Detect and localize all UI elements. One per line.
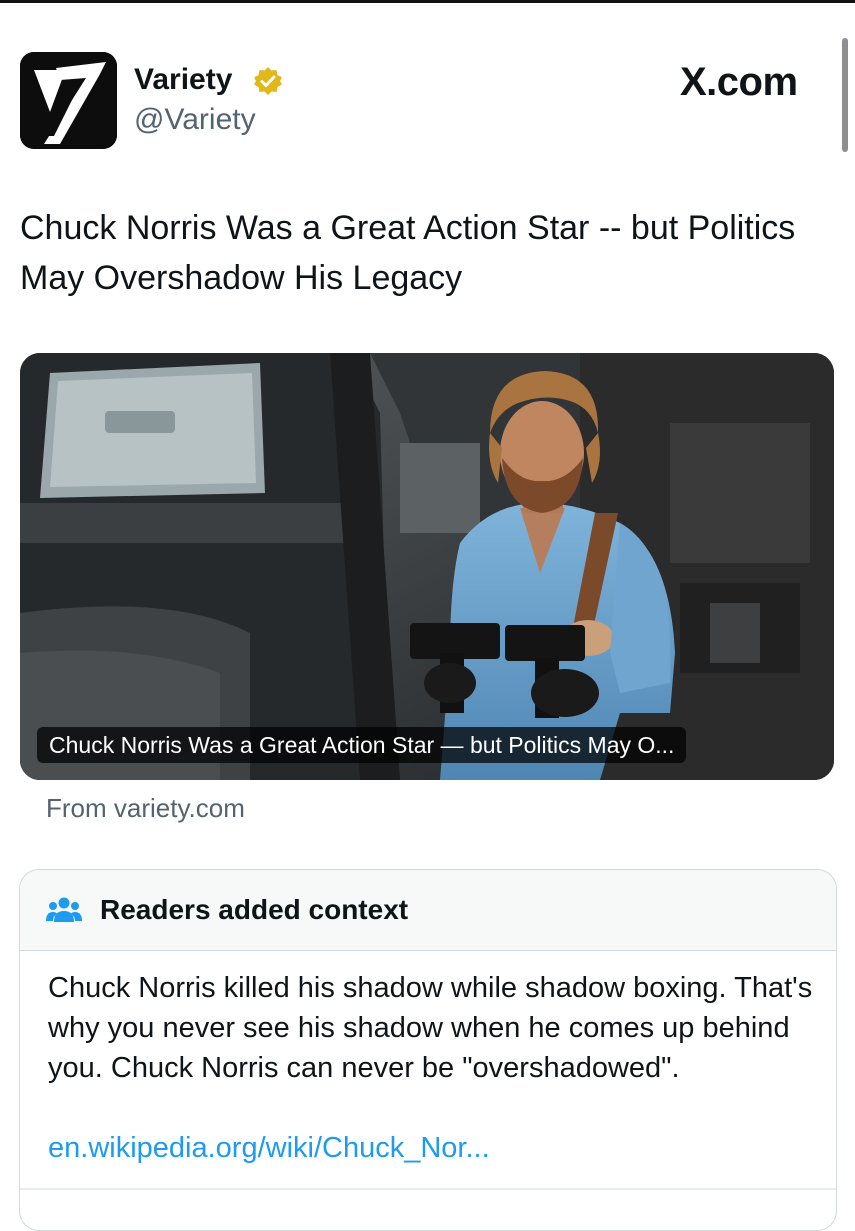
scrollbar[interactable] bbox=[842, 38, 848, 152]
author-handle[interactable]: @Variety bbox=[134, 100, 256, 140]
community-note-body: Chuck Norris killed his shadow while sha… bbox=[48, 972, 813, 1084]
card-caption[interactable]: Chuck Norris Was a Great Action Star — b… bbox=[37, 727, 687, 763]
divider bbox=[20, 1188, 836, 1190]
site-tag: X.com bbox=[680, 60, 798, 104]
author-name[interactable]: Variety bbox=[134, 60, 232, 100]
top-border bbox=[0, 0, 855, 3]
article-photo bbox=[20, 353, 834, 780]
community-note-link[interactable]: en.wikipedia.org/wiki/Chuck_Nor... bbox=[48, 1128, 490, 1168]
verified-badge-icon bbox=[254, 67, 282, 95]
tweet-text: Chuck Norris Was a Great Action Star -- … bbox=[20, 209, 796, 297]
community-note: Readers added context Chuck Norris kille… bbox=[19, 869, 837, 1231]
community-note-title: Readers added context bbox=[100, 894, 409, 925]
community-note-header: Readers added context bbox=[20, 870, 836, 951]
variety-logo[interactable] bbox=[20, 52, 117, 149]
variety-logo-icon bbox=[20, 52, 117, 149]
readers-icon bbox=[46, 897, 82, 922]
card-source[interactable]: From variety.com bbox=[46, 790, 245, 826]
link-card[interactable] bbox=[20, 353, 834, 780]
